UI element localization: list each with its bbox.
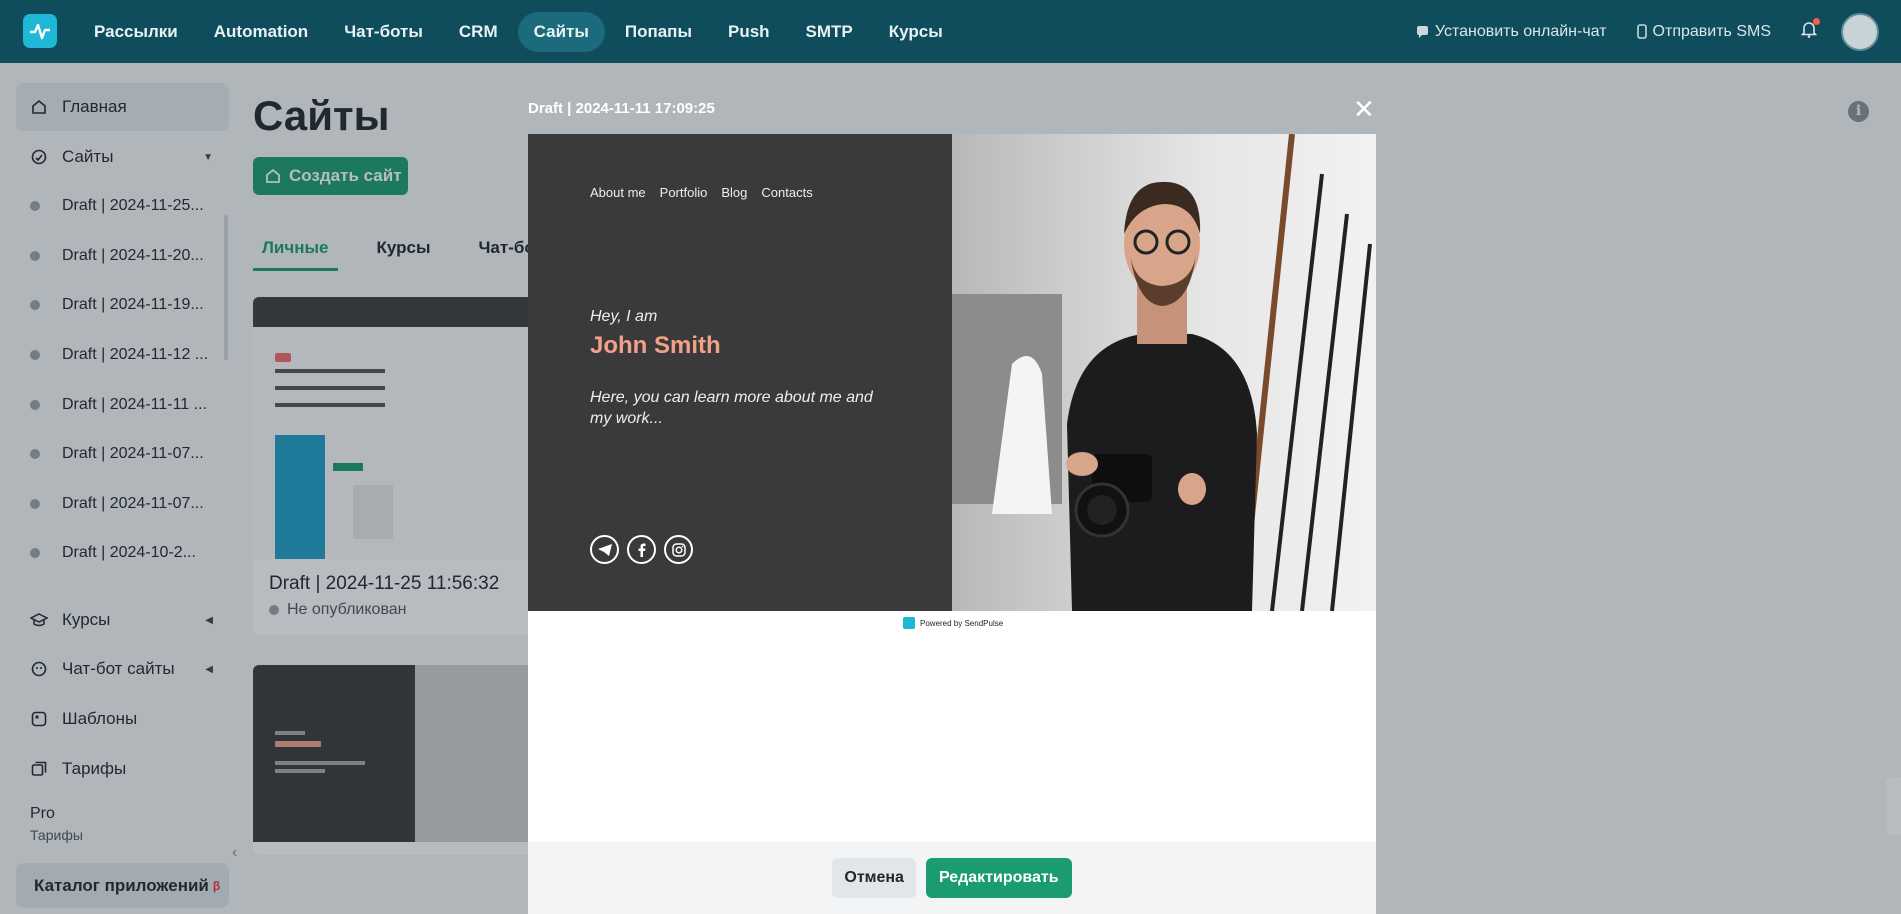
notification-dot: [1813, 17, 1820, 25]
facebook-icon: [627, 535, 656, 564]
edit-button[interactable]: Редактировать: [925, 858, 1072, 898]
nav-crm[interactable]: CRM: [443, 12, 514, 52]
nav-chatbots[interactable]: Чат-боты: [328, 12, 439, 52]
phone-icon: [1636, 24, 1647, 39]
powered-by-label: Powered by SendPulse: [920, 618, 1004, 628]
preview-menu-item: Contacts: [761, 185, 813, 200]
powered-by-badge[interactable]: Powered by SendPulse: [903, 617, 1003, 629]
sendpulse-small-logo-icon: [903, 617, 915, 629]
preview-social-icons: [590, 535, 693, 564]
preview-menu: About me Portfolio Blog Contacts: [590, 185, 813, 200]
modal-footer: Отмена Редактировать: [528, 842, 1376, 914]
nav-mailings[interactable]: Рассылки: [78, 12, 194, 52]
top-navigation: Рассылки Automation Чат-боты CRM Сайты П…: [0, 0, 1901, 63]
preview-hero-panel: About me Portfolio Blog Contacts Hey, I …: [528, 134, 952, 611]
preview-menu-item: Blog: [721, 185, 748, 200]
nav-automation[interactable]: Automation: [198, 12, 324, 52]
install-chat-label: Установить онлайн-чат: [1434, 22, 1607, 40]
send-sms-label: Отправить SMS: [1652, 22, 1771, 40]
notifications-button[interactable]: [1800, 17, 1820, 43]
install-chat-link[interactable]: Установить онлайн-чат: [1416, 23, 1607, 41]
nav-push[interactable]: Push: [712, 12, 786, 52]
sendpulse-logo-icon[interactable]: [23, 14, 57, 48]
preview-greeting: Hey, I am: [590, 308, 658, 325]
instagram-icon: [664, 535, 693, 564]
preview-name: John Smith: [590, 332, 721, 359]
nav-courses[interactable]: Курсы: [873, 12, 959, 52]
preview-description: Here, you can learn more about me and my…: [590, 389, 873, 427]
close-icon[interactable]: ✕: [1353, 94, 1375, 125]
chat-icon: [1416, 26, 1428, 38]
user-avatar[interactable]: [1841, 12, 1879, 51]
send-sms-link[interactable]: Отправить SMS: [1636, 22, 1771, 41]
nav-sites[interactable]: Сайты: [517, 11, 605, 52]
nav-smtp[interactable]: SMTP: [790, 12, 869, 52]
modal-title: Draft | 2024-11-11 17:09:25: [528, 100, 715, 117]
nav-popups[interactable]: Попапы: [609, 12, 708, 52]
preview-menu-item: Portfolio: [659, 185, 708, 200]
preview-photo: [952, 134, 1376, 611]
site-preview-modal: About me Portfolio Blog Contacts Hey, I …: [528, 134, 1376, 914]
preview-menu-item: About me: [590, 185, 646, 200]
telegram-icon: [590, 535, 619, 564]
cancel-button[interactable]: Отмена: [832, 858, 916, 898]
